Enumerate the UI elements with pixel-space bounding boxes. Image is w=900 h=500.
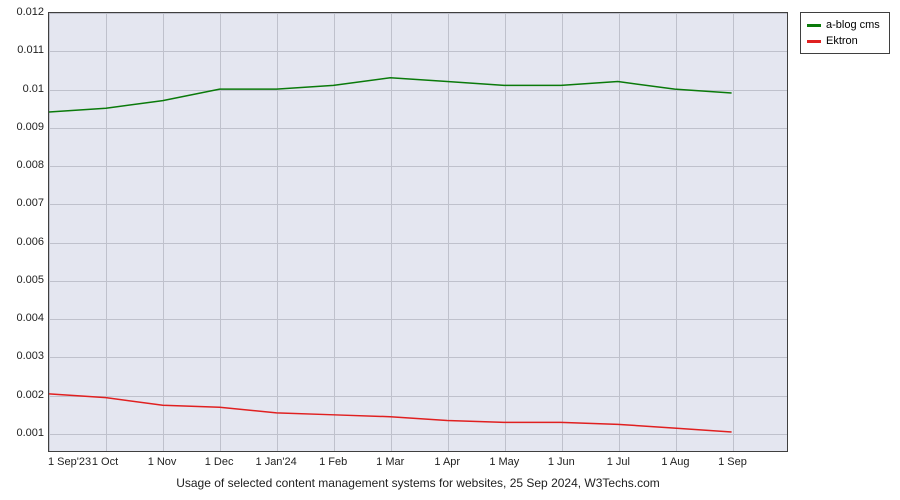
y-tick-label: 0.009 (16, 121, 44, 133)
legend-swatch (807, 24, 821, 27)
legend: a-blog cms Ektron (800, 12, 890, 54)
y-tick-label: 0.01 (23, 83, 44, 95)
chart-caption: Usage of selected content management sys… (48, 476, 788, 490)
x-tick-label: 1 Nov (148, 456, 177, 468)
y-tick-label: 0.007 (16, 197, 44, 209)
y-tick-label: 0.006 (16, 236, 44, 248)
legend-item: Ektron (807, 33, 883, 49)
x-tick-label: 1 Sep'23 (48, 456, 91, 468)
y-axis-ticks: 0.001 0.002 0.003 0.004 0.005 0.006 0.00… (0, 12, 44, 452)
legend-item: a-blog cms (807, 17, 883, 33)
x-tick-label: 1 Aug (661, 456, 689, 468)
x-tick-label: 1 Feb (319, 456, 347, 468)
x-tick-label: 1 Apr (434, 456, 460, 468)
y-tick-label: 0.005 (16, 274, 44, 286)
legend-label: Ektron (826, 35, 858, 47)
x-tick-label: 1 Sep (718, 456, 747, 468)
legend-label: a-blog cms (826, 19, 880, 31)
y-tick-label: 0.003 (16, 350, 44, 362)
series-line-a-blog-cms (49, 78, 732, 112)
x-tick-label: 1 Jan'24 (256, 456, 297, 468)
y-tick-label: 0.004 (16, 312, 44, 324)
y-tick-label: 0.012 (16, 6, 44, 18)
x-tick-label: 1 Mar (376, 456, 404, 468)
x-tick-label: 1 Jul (607, 456, 630, 468)
x-tick-label: 1 May (489, 456, 519, 468)
x-tick-label: 1 Oct (92, 456, 118, 468)
y-tick-label: 0.008 (16, 159, 44, 171)
y-tick-label: 0.011 (17, 44, 44, 56)
y-tick-label: 0.001 (16, 427, 44, 439)
chart-lines (49, 13, 787, 451)
series-line-ektron (49, 394, 732, 432)
chart-container: 0.001 0.002 0.003 0.004 0.005 0.006 0.00… (0, 0, 900, 500)
y-tick-label: 0.002 (16, 389, 44, 401)
legend-swatch (807, 40, 821, 43)
x-tick-label: 1 Dec (205, 456, 234, 468)
x-tick-label: 1 Jun (548, 456, 575, 468)
plot-area (48, 12, 788, 452)
x-axis-ticks: 1 Sep'23 1 Oct 1 Nov 1 Dec 1 Jan'24 1 Fe… (48, 456, 788, 472)
